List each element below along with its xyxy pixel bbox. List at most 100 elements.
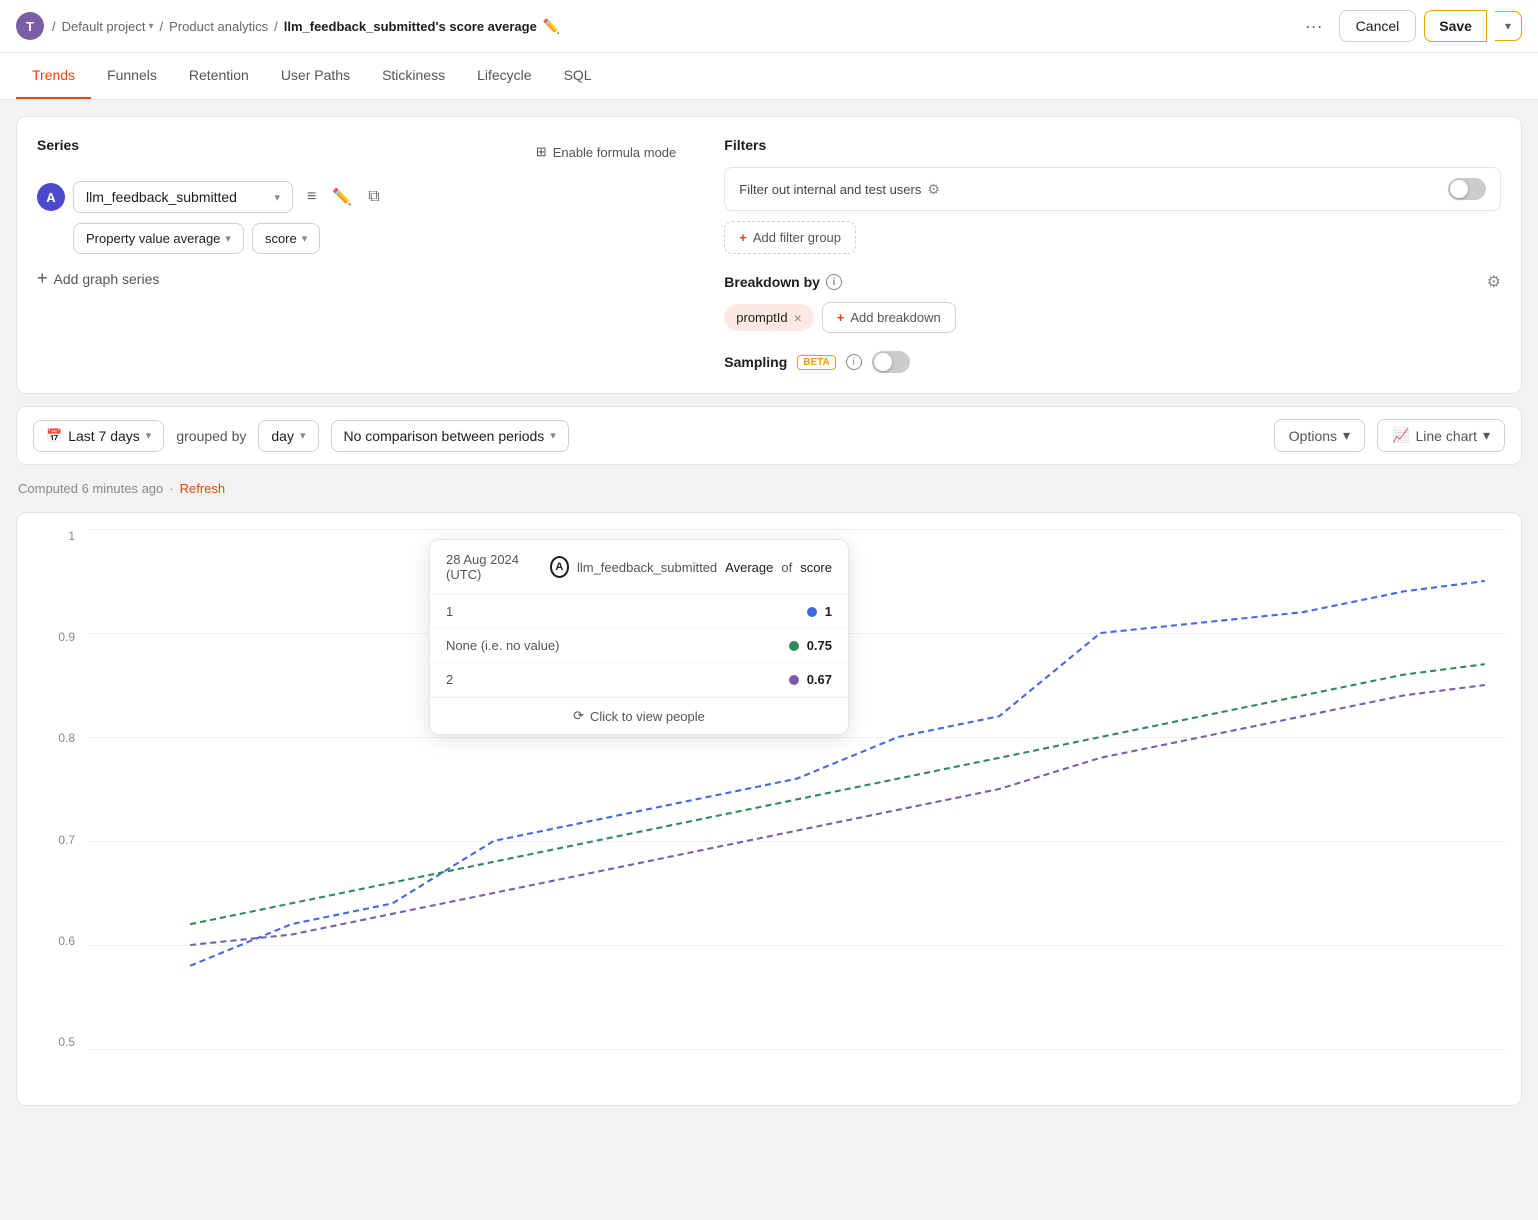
save-button[interactable]: Save [1424, 10, 1487, 42]
tab-stickiness[interactable]: Stickiness [366, 53, 461, 99]
breakdown-gear-icon[interactable]: ⚙ [1487, 272, 1501, 292]
chart-area: 1 0.9 0.8 0.7 0.6 0.5 [16, 512, 1522, 1106]
y-label-4: 0.7 [58, 833, 75, 847]
chart-type-button[interactable]: 📈 Line chart ▾ [1377, 419, 1505, 452]
series-event-select[interactable]: llm_feedback_submitted ▾ [73, 181, 293, 213]
property-name-select[interactable]: score ▾ [252, 223, 320, 254]
date-range-chevron: ▾ [146, 429, 152, 442]
filters-title: Filters [724, 137, 1501, 153]
series-a-row: A llm_feedback_submitted ▾ ≡ ✏️ ⧉ [37, 181, 684, 213]
add-series-button[interactable]: + Add graph series [37, 260, 159, 297]
comparison-select[interactable]: No comparison between periods ▾ [331, 420, 569, 452]
series-title: Series [37, 137, 79, 153]
tooltip-row-3: 2 0.67 [430, 663, 848, 697]
main: Series ⊞ Enable formula mode A llm_feedb… [0, 100, 1538, 1122]
add-breakdown-button[interactable]: + Add breakdown [822, 302, 956, 333]
breadcrumb-analytics: Product analytics [169, 19, 268, 34]
breadcrumb-project[interactable]: Default project ▾ [62, 19, 154, 34]
property-name-label: score [265, 231, 297, 246]
y-label-2: 0.9 [58, 630, 75, 644]
series-filter-icon[interactable]: ≡ [301, 183, 322, 211]
tooltip-footer[interactable]: ⟳ Click to view people [430, 697, 848, 734]
tooltip-row-2-dot [789, 641, 799, 651]
series-event-name: llm_feedback_submitted [86, 189, 237, 205]
sampling-toggle[interactable] [872, 351, 910, 373]
add-series-plus: + [37, 268, 48, 289]
tab-user-paths[interactable]: User Paths [265, 53, 366, 99]
add-filter-button[interactable]: + Add filter group [724, 221, 856, 254]
tab-retention[interactable]: Retention [173, 53, 265, 99]
beta-badge: BETA [797, 355, 835, 370]
series-sub-row: Property value average ▾ score ▾ [73, 223, 684, 254]
group-interval-select[interactable]: day ▾ [258, 420, 318, 452]
formula-label: Enable formula mode [553, 145, 677, 160]
breakdown-label: Breakdown by i [724, 274, 842, 290]
formula-mode-button[interactable]: ⊞ Enable formula mode [528, 140, 684, 164]
tab-lifecycle[interactable]: Lifecycle [461, 53, 547, 99]
more-button[interactable]: ··· [1297, 12, 1331, 41]
comparison-label: No comparison between periods [344, 428, 545, 444]
tooltip-property: score [800, 560, 832, 575]
breadcrumb: / Default project ▾ / Product analytics … [52, 18, 1289, 35]
group-interval-label: day [271, 428, 294, 444]
tab-funnels[interactable]: Funnels [91, 53, 173, 99]
header-actions: ··· Cancel Save ▾ [1297, 10, 1522, 42]
sampling-row: Sampling BETA i [724, 351, 1501, 373]
add-series-label: Add graph series [54, 271, 160, 287]
nav-tabs: Trends Funnels Retention User Paths Stic… [0, 53, 1538, 100]
chart-inner: 1 0.9 0.8 0.7 0.6 0.5 [33, 529, 1505, 1089]
series-event-chevron: ▾ [274, 191, 280, 204]
cancel-button[interactable]: Cancel [1339, 10, 1417, 42]
series-header-row: Series ⊞ Enable formula mode [37, 137, 684, 167]
edit-icon[interactable]: ✏️ [543, 18, 560, 35]
breadcrumb-sep-3: / [274, 19, 278, 34]
tab-trends[interactable]: Trends [16, 53, 91, 99]
sampling-info-icon[interactable]: i [846, 354, 862, 370]
tooltip-footer-label: Click to view people [590, 709, 705, 724]
chart-plot: 28 Aug 2024 (UTC) A llm_feedback_submitt… [89, 529, 1505, 1049]
y-label-6: 0.5 [58, 1035, 75, 1049]
filter-gear-icon[interactable]: ⚙ [927, 181, 940, 198]
internal-filter-row: Filter out internal and test users ⚙ [724, 167, 1501, 211]
y-label-3: 0.8 [58, 731, 75, 745]
internal-filter-toggle[interactable] [1448, 178, 1486, 200]
tooltip-row-1-dot [807, 607, 817, 617]
refresh-link[interactable]: Refresh [180, 481, 226, 496]
breakdown-pill-remove[interactable]: × [794, 311, 802, 325]
chart-tooltip: 28 Aug 2024 (UTC) A llm_feedback_submitt… [429, 539, 849, 735]
options-button[interactable]: Options ▾ [1274, 419, 1365, 452]
group-interval-chevron: ▾ [300, 429, 306, 442]
computed-dot: · [169, 481, 173, 496]
property-type-label: Property value average [86, 231, 220, 246]
add-breakdown-plus: + [837, 310, 845, 325]
toggle-knob [1450, 180, 1468, 198]
chart-type-chevron: ▾ [1483, 427, 1490, 444]
tooltip-row-1-value: 1 [807, 604, 832, 619]
breakdown-info-icon[interactable]: i [826, 274, 842, 290]
series-filters-row: Series ⊞ Enable formula mode A llm_feedb… [37, 137, 1501, 373]
tooltip-row-1-label: 1 [446, 604, 453, 619]
date-range-select[interactable]: 📅 Last 7 days ▾ [33, 420, 164, 452]
tab-sql[interactable]: SQL [548, 53, 608, 99]
add-filter-plus: + [739, 230, 747, 245]
tooltip-row-3-label: 2 [446, 672, 453, 687]
series-copy-icon[interactable]: ⧉ [362, 183, 385, 211]
tooltip-row-3-dot [789, 675, 799, 685]
y-label-5: 0.6 [58, 934, 75, 948]
tooltip-of-label: of [781, 560, 792, 575]
add-breakdown-label: Add breakdown [850, 310, 940, 325]
breakdown-row: Breakdown by i ⚙ [724, 272, 1501, 292]
sampling-toggle-knob [874, 353, 892, 371]
series-a-label: A [37, 183, 65, 211]
series-filters-card: Series ⊞ Enable formula mode A llm_feedb… [16, 116, 1522, 394]
series-edit-icon[interactable]: ✏️ [326, 183, 358, 211]
grouped-by-label: grouped by [176, 428, 246, 444]
tooltip-series-name: llm_feedback_submitted [577, 560, 717, 575]
breakdown-pill-promptid: promptId × [724, 304, 814, 331]
save-dropdown-button[interactable]: ▾ [1495, 11, 1522, 41]
date-range-label: Last 7 days [68, 428, 140, 444]
calendar-icon: 📅 [46, 428, 62, 444]
property-type-select[interactable]: Property value average ▾ [73, 223, 244, 254]
chart-type-label: Line chart [1415, 428, 1476, 444]
tooltip-row-2-label: None (i.e. no value) [446, 638, 559, 653]
